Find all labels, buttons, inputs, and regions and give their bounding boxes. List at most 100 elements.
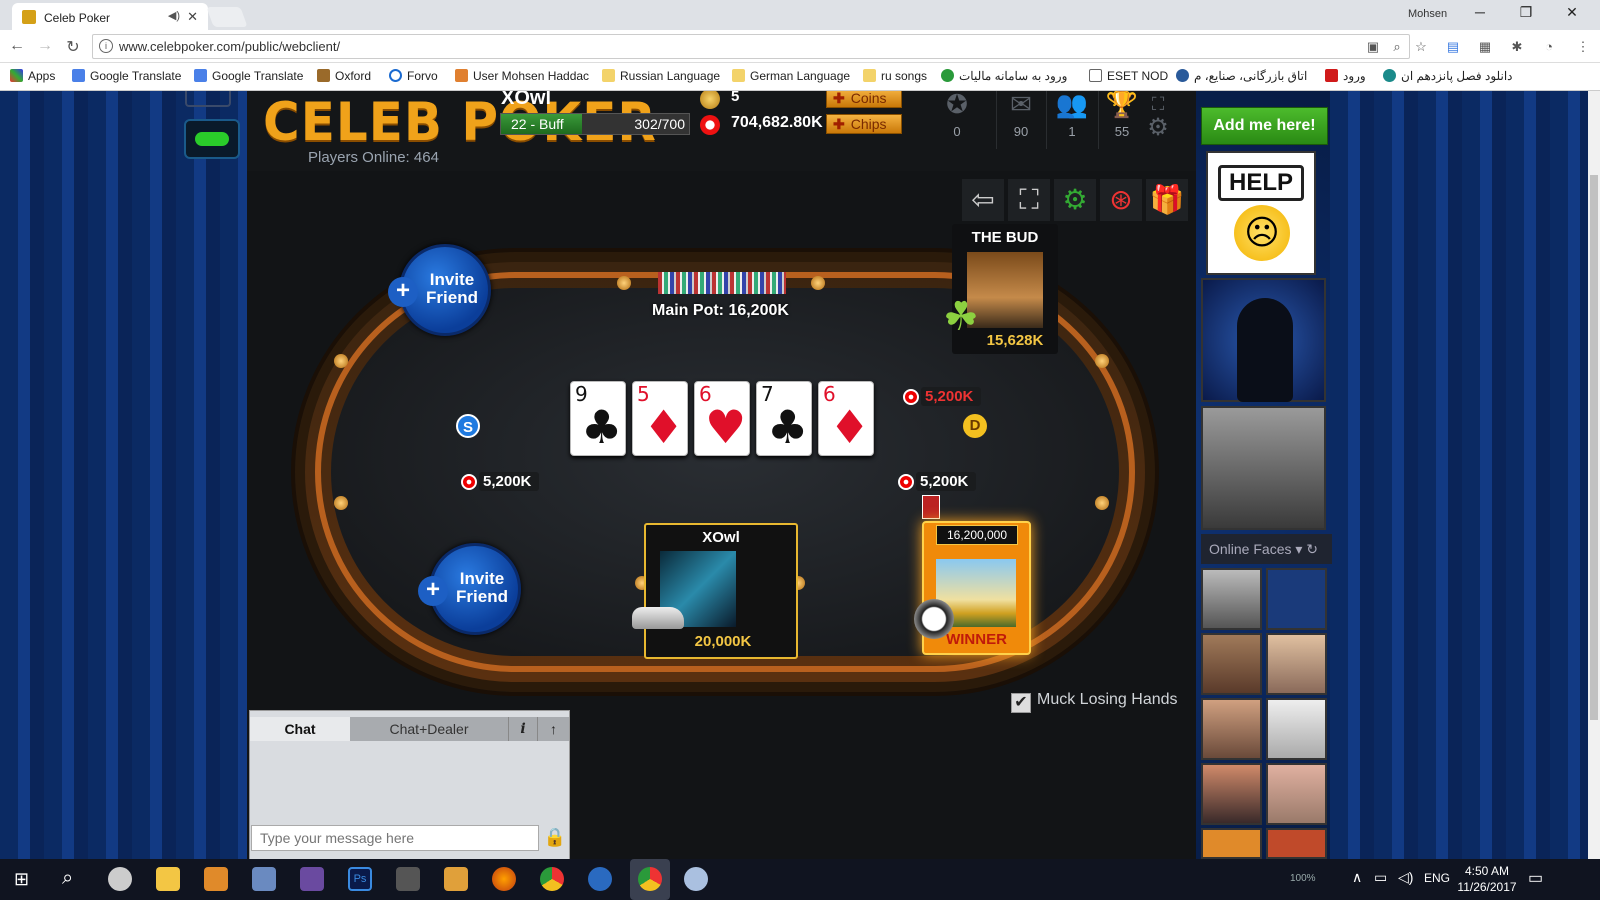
help-face[interactable]: HELP ☹ xyxy=(1206,151,1316,275)
browser-tab[interactable]: Celeb Poker ◀) ✕ xyxy=(12,3,208,30)
globe-app-icon[interactable] xyxy=(588,867,612,891)
tab-chat-dealer[interactable]: Chat+Dealer xyxy=(350,717,508,741)
chips-shop-icon[interactable]: ⊛ xyxy=(1100,179,1142,221)
notifications-icon[interactable]: ▭ xyxy=(1528,868,1543,888)
cast-icon[interactable]: ▣ xyxy=(1365,39,1381,55)
bookmark-google-translate[interactable]: Google Translate xyxy=(72,69,181,83)
table-view-button[interactable] xyxy=(184,119,240,159)
tab-chat[interactable]: Chat xyxy=(250,717,350,741)
extension-icon[interactable]: ▦ xyxy=(1477,39,1493,55)
calculator-icon[interactable] xyxy=(396,867,420,891)
address-bar[interactable]: i www.celebpoker.com/public/webclient/ xyxy=(92,34,1410,59)
muck-losing-hands[interactable]: ✔ Muck Losing Hands xyxy=(1011,691,1178,713)
speed-icon[interactable]: ◔ xyxy=(1541,39,1557,55)
bookmark-oxford[interactable]: Oxford xyxy=(317,69,371,83)
file-explorer-icon[interactable] xyxy=(156,867,180,891)
bookmark-forvo[interactable]: Forvo xyxy=(389,69,438,83)
face-photo[interactable] xyxy=(1201,406,1326,530)
bookmark-russian[interactable]: Russian Language xyxy=(602,69,720,83)
visual-studio-icon[interactable] xyxy=(300,867,324,891)
buy-chips-button[interactable]: ✚ Chips xyxy=(826,114,902,134)
bookmark-tax[interactable]: ورود به سامانه مالیات xyxy=(941,69,1067,83)
network-icon[interactable]: ▭ xyxy=(1374,869,1387,886)
translate-ext-icon[interactable]: ▤ xyxy=(1445,39,1461,55)
restore-icon[interactable]: ❐ xyxy=(1506,4,1546,21)
bookmark-eset[interactable]: ESET NOD xyxy=(1089,69,1168,83)
windows-start-icon[interactable]: ⊞ xyxy=(14,869,29,890)
forward-icon[interactable]: → xyxy=(34,37,56,55)
dropdown-icon[interactable]: ▾ xyxy=(1295,541,1302,557)
app-icon-1[interactable] xyxy=(108,867,132,891)
bookmark-google-translate-2[interactable]: Google Translate xyxy=(194,69,303,83)
invite-friend-button-top[interactable]: + Invite Friend xyxy=(388,244,491,336)
bookmark-user[interactable]: User Mohsen Haddac xyxy=(455,69,589,83)
search-icon[interactable]: ⌕ xyxy=(62,867,73,890)
new-tab-button[interactable] xyxy=(206,7,248,27)
scrollbar-thumb[interactable] xyxy=(1590,175,1598,720)
media-player-icon[interactable] xyxy=(204,867,228,891)
extension-puzzle-icon[interactable]: ✱ xyxy=(1509,39,1525,55)
volume-icon[interactable]: ◁) xyxy=(1398,869,1413,886)
bookmark-download[interactable]: دانلود فصل پانزدهم ان xyxy=(1383,69,1513,83)
online-face-6[interactable] xyxy=(1266,698,1327,760)
invite-friend-button-bottom[interactable]: + Invite Friend xyxy=(418,543,521,635)
seat-xowl[interactable]: XOwl 20,000K xyxy=(644,523,798,659)
online-face-1[interactable] xyxy=(1201,568,1262,630)
leave-table-icon[interactable]: ⇦ xyxy=(962,179,1004,221)
lock-icon[interactable]: 🔒 xyxy=(542,827,568,851)
trophy-icon[interactable]: 🏆 xyxy=(1099,91,1145,117)
online-face-7[interactable] xyxy=(1201,763,1262,825)
back-icon[interactable]: ← xyxy=(6,37,28,55)
buy-coins-button[interactable]: ✚ Coins xyxy=(826,91,902,108)
add-me-here-button[interactable]: Add me here! xyxy=(1201,107,1328,145)
chrome-active-task[interactable] xyxy=(630,859,670,900)
chat-input[interactable] xyxy=(251,825,539,851)
chat-info-icon[interactable]: i xyxy=(509,717,537,741)
bookmark-star-icon[interactable]: ☆ xyxy=(1413,39,1429,55)
menu-icon[interactable]: ⋮ xyxy=(1575,39,1591,55)
firefox-icon[interactable] xyxy=(492,867,516,891)
reload-icon[interactable]: ↻ xyxy=(62,37,84,57)
minimize-icon[interactable]: ─ xyxy=(1460,4,1500,20)
chat-expand-icon[interactable]: ↑ xyxy=(538,717,569,741)
speaker-icon[interactable]: ◀) xyxy=(168,9,180,22)
bookmark-chamber[interactable]: اتاق بازرگانی، صنایع، م xyxy=(1176,69,1307,83)
online-face-5[interactable] xyxy=(1201,698,1262,760)
table-settings-icon[interactable]: ⚙ xyxy=(1054,179,1096,221)
friends-icon[interactable]: 👥 xyxy=(1049,91,1095,117)
online-faces-bar[interactable]: Online Faces ▾ ↻ xyxy=(1201,534,1332,564)
bonus-wheel-icon[interactable]: ✪ xyxy=(934,91,980,117)
fullscreen-table-icon[interactable]: ⛶ xyxy=(1008,179,1050,221)
menu-list-icon[interactable] xyxy=(185,91,231,107)
online-face-4[interactable] xyxy=(1266,633,1327,695)
3d-app-icon[interactable] xyxy=(252,867,276,891)
checkbox-checked-icon[interactable]: ✔ xyxy=(1011,693,1031,713)
bookmark-apps[interactable]: Apps xyxy=(10,69,55,83)
tray-up-icon[interactable]: ∧ xyxy=(1352,869,1362,886)
chrome-icon[interactable] xyxy=(540,867,564,891)
photoshop-icon[interactable]: Ps xyxy=(348,867,372,891)
page-scrollbar[interactable] xyxy=(1588,91,1600,859)
bookmark-ru-songs[interactable]: ru songs xyxy=(863,69,927,83)
close-window-icon[interactable]: ✕ xyxy=(1552,4,1592,21)
online-face-3[interactable] xyxy=(1201,633,1262,695)
zoom-icon[interactable]: ⌕ xyxy=(1389,39,1405,55)
bookmark-login[interactable]: ورود xyxy=(1325,69,1366,83)
input-language[interactable]: ENG xyxy=(1424,871,1450,885)
close-tab-icon[interactable]: ✕ xyxy=(187,9,198,25)
online-face-2[interactable] xyxy=(1266,568,1327,630)
clock[interactable]: 4:50 AM 11/26/2017 xyxy=(1454,863,1520,895)
profile-name[interactable]: Mohsen xyxy=(1408,8,1447,20)
online-face-8[interactable] xyxy=(1266,763,1327,825)
bookmark-german[interactable]: German Language xyxy=(732,69,850,83)
settings-gear-icon[interactable]: ⚙ xyxy=(1143,115,1173,141)
gift-icon[interactable]: 🎁 xyxy=(1146,179,1188,221)
winrar-icon[interactable] xyxy=(444,867,468,891)
paint-icon[interactable] xyxy=(684,867,708,891)
info-icon[interactable]: i xyxy=(99,39,113,53)
refresh-icon[interactable]: ↻ xyxy=(1306,541,1318,557)
online-face-9[interactable] xyxy=(1201,828,1262,859)
online-face-10[interactable] xyxy=(1266,828,1327,859)
empty-face-silhouette[interactable] xyxy=(1201,278,1326,402)
mail-icon[interactable]: ✉ xyxy=(998,91,1044,117)
